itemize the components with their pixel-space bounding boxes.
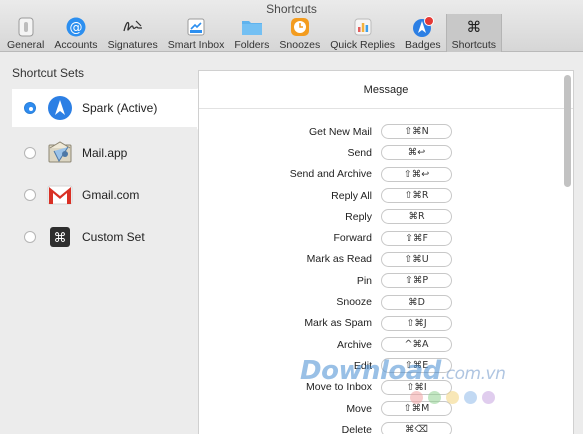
- shortcut-row: Send ⌘↩: [199, 142, 573, 163]
- tab-snoozes[interactable]: Snoozes: [274, 14, 325, 52]
- tab-accounts[interactable]: @ Accounts: [49, 14, 102, 52]
- watermark-text: Download: [300, 356, 441, 386]
- shortcut-action-label: Archive: [336, 338, 372, 351]
- shortcut-action-label: Move: [346, 402, 372, 415]
- watermark-dot: [482, 391, 495, 404]
- tab-folders-label: Folders: [234, 39, 270, 51]
- shortcut-row: Snooze ⌘D: [199, 291, 573, 312]
- shortcut-key-field[interactable]: ⌘R: [381, 209, 452, 225]
- tab-shortcuts-label: Shortcuts: [451, 39, 497, 51]
- signature-icon: [122, 16, 144, 38]
- shortcut-key-field[interactable]: ⇧⌘↩: [381, 166, 452, 182]
- tab-general-label: General: [7, 39, 45, 51]
- svg-text:⌘: ⌘: [54, 231, 67, 246]
- watermark-suffix: .com.vn: [440, 364, 506, 384]
- tab-signatures[interactable]: Signatures: [103, 14, 163, 52]
- at-icon: @: [65, 16, 87, 38]
- shortcut-action-label: Send: [347, 146, 372, 159]
- set-gmail-label: Gmail.com: [82, 188, 140, 202]
- quick-replies-icon: [352, 16, 374, 38]
- shortcut-row: Get New Mail ⇧⌘N: [199, 121, 573, 142]
- switch-icon: [15, 16, 37, 38]
- shortcut-key-field[interactable]: ⌘D: [381, 294, 452, 310]
- radio-spark[interactable]: [24, 102, 36, 114]
- set-mail-app-label: Mail.app: [82, 146, 128, 160]
- watermark-dot: [410, 391, 423, 404]
- mail-app-icon: [46, 139, 74, 167]
- spark-badge-icon: [412, 16, 434, 38]
- shortcut-key-field[interactable]: ⌘↩: [381, 145, 452, 161]
- shortcut-action-label: Reply: [345, 210, 372, 223]
- shortcut-row: Forward ⇧⌘F: [199, 228, 573, 249]
- set-spark-label: Spark (Active): [82, 101, 158, 115]
- tab-smart-inbox[interactable]: Smart Inbox: [163, 14, 230, 52]
- gmail-icon: [46, 181, 74, 209]
- clock-icon: [289, 16, 311, 38]
- command-key-icon: ⌘: [46, 223, 74, 251]
- shortcut-key-field[interactable]: ⇧⌘J: [381, 315, 452, 331]
- radio-custom[interactable]: [24, 231, 36, 243]
- preferences-toolbar: General @ Accounts Signatures Smart Inbo…: [2, 14, 503, 52]
- shortcut-row: Mark as Read ⇧⌘U: [199, 249, 573, 270]
- tab-quick-replies[interactable]: Quick Replies: [325, 14, 400, 52]
- tab-smart-inbox-label: Smart Inbox: [167, 39, 225, 51]
- shortcut-key-field[interactable]: ⇧⌘R: [381, 188, 452, 204]
- shortcut-row: Delete ⌘⌫: [199, 419, 573, 434]
- tab-signatures-label: Signatures: [107, 39, 158, 51]
- set-custom[interactable]: ⌘ Custom Set: [12, 218, 202, 256]
- tab-badges-label: Badges: [405, 39, 441, 51]
- spark-icon: [46, 94, 74, 122]
- smart-inbox-icon: [185, 16, 207, 38]
- shortcut-row: Reply All ⇧⌘R: [199, 185, 573, 206]
- shortcut-row: Archive ^⌘A: [199, 334, 573, 355]
- shortcut-row: Mark as Spam ⇧⌘J: [199, 313, 573, 334]
- shortcut-key-field[interactable]: ⌘⌫: [381, 422, 452, 434]
- shortcut-action-label: Pin: [356, 274, 372, 287]
- set-custom-label: Custom Set: [82, 230, 145, 244]
- command-icon: ⌘: [466, 18, 482, 36]
- shortcut-row: Send and Archive ⇧⌘↩: [199, 164, 573, 185]
- svg-text:@: @: [69, 21, 82, 36]
- watermark-dots: [410, 391, 495, 404]
- radio-gmail[interactable]: [24, 189, 36, 201]
- shortcut-key-field[interactable]: ⇧⌘P: [381, 273, 452, 289]
- shortcut-row: Move ⇧⌘M: [199, 398, 573, 419]
- tab-folders[interactable]: Folders: [229, 14, 274, 52]
- tab-quick-replies-label: Quick Replies: [330, 39, 396, 51]
- shortcut-action-label: Get New Mail: [308, 125, 372, 138]
- shortcut-action-label: Mark as Spam: [304, 317, 372, 330]
- set-spark[interactable]: Spark (Active): [12, 89, 202, 127]
- watermark: Download.com.vn: [300, 356, 506, 386]
- watermark-dot: [428, 391, 441, 404]
- radio-mail-app[interactable]: [24, 147, 36, 159]
- shortcut-key-field[interactable]: ⇧⌘N: [381, 124, 452, 140]
- shortcut-action-label: Forward: [333, 232, 372, 245]
- set-gmail[interactable]: Gmail.com: [12, 176, 202, 214]
- shortcut-action-label: Snooze: [336, 296, 372, 309]
- shortcut-row: Reply ⌘R: [199, 206, 573, 227]
- tab-snoozes-label: Snoozes: [279, 39, 321, 51]
- window-toolbar: Shortcuts General @ Accounts Signatures …: [0, 0, 583, 52]
- tab-badges[interactable]: Badges: [400, 14, 446, 52]
- shortcut-row: Pin ⇧⌘P: [199, 270, 573, 291]
- watermark-dot: [464, 391, 477, 404]
- shortcut-key-field[interactable]: ^⌘A: [381, 337, 452, 353]
- shortcut-action-label: Mark as Read: [306, 253, 372, 266]
- shortcut-action-label: Delete: [341, 423, 372, 434]
- watermark-dot: [446, 391, 459, 404]
- tab-shortcuts[interactable]: ⌘ Shortcuts: [445, 14, 503, 52]
- section-header: Message: [199, 71, 573, 109]
- set-mail-app[interactable]: Mail.app: [12, 134, 202, 172]
- tab-accounts-label: Accounts: [54, 39, 98, 51]
- shortcut-key-field[interactable]: ⇧⌘F: [381, 230, 452, 246]
- tab-general[interactable]: General: [2, 14, 49, 52]
- folder-icon: [241, 16, 263, 38]
- shortcut-action-label: Send and Archive: [289, 168, 372, 181]
- shortcut-key-field[interactable]: ⇧⌘U: [381, 251, 452, 267]
- shortcut-action-label: Reply All: [331, 189, 372, 202]
- shortcut-sets-heading: Shortcut Sets: [12, 66, 85, 80]
